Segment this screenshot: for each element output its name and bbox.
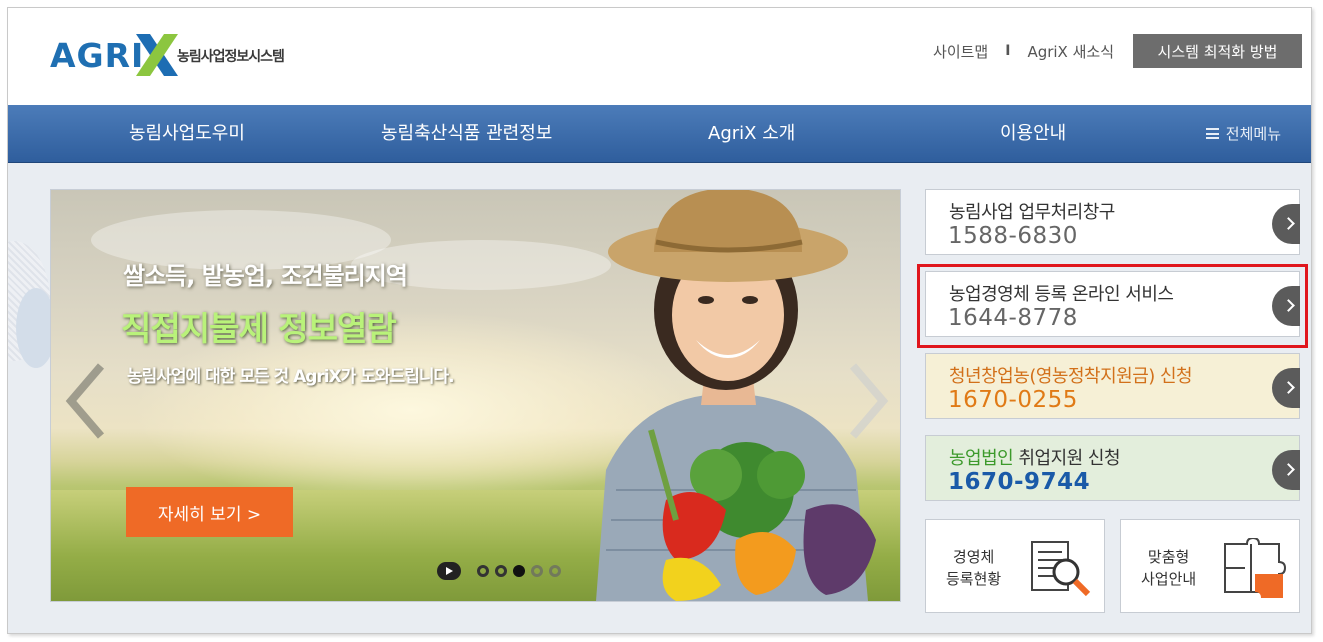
tile-registration-status[interactable]: 경영체 등록현황 [925, 519, 1105, 613]
agrix-logo[interactable]: AGRI 농림사업정보시스템 [50, 32, 310, 82]
banner-headline: 직접지불제 정보열람 [121, 309, 397, 348]
banner-text-line3: 농림사업에 대한 모든 것 AgriX가 도와드립니다. [127, 367, 455, 387]
service-box-title: 청년창업농(영농정착지원금) 신청 [949, 362, 1193, 388]
slider-pagination [437, 562, 567, 580]
slider-play-icon[interactable] [437, 562, 461, 580]
main-banner-slider: 쌀소득, 밭농업, 조건불리지역 직접지불제 정보열람 농림사업에 대한 모든 … [50, 189, 901, 602]
document-search-icon [1031, 541, 1091, 597]
logo-subtitle: 농림사업정보시스템 [177, 49, 285, 65]
chevron-right-icon[interactable] [1272, 450, 1300, 490]
util-separator: I [1005, 43, 1011, 59]
all-menu-label: 전체메뉴 [1225, 125, 1281, 143]
all-menu-button[interactable]: 전체메뉴 [1205, 105, 1281, 162]
slider-dot-active[interactable] [513, 565, 525, 577]
nav-item-related-info[interactable]: 농림축산식품 관련정보 [381, 105, 552, 162]
service-box-farm-corp[interactable]: 농업법인 취업지원 신청 1670-9744 [925, 435, 1300, 501]
page-frame: AGRI 농림사업정보시스템 사이트맵 I AgriX 새소식 시스템 최적화 … [7, 7, 1312, 634]
hamburger-icon [1205, 128, 1219, 139]
service-box-agri-business[interactable]: 농림사업 업무처리창구 1588-6830 [925, 189, 1300, 255]
header: AGRI 농림사업정보시스템 사이트맵 I AgriX 새소식 시스템 최적화 … [8, 8, 1311, 105]
tile-label-line1: 경영체 [952, 548, 995, 566]
agrix-news-link[interactable]: AgriX 새소식 [1027, 41, 1114, 62]
tile-label: 경영체 등록현황 [946, 546, 1001, 590]
slider-prev-arrow-icon[interactable] [63, 362, 107, 440]
service-box-title-rest: (영농정착지원금) 신청 [1029, 366, 1193, 387]
service-box-young-farmer[interactable]: 청년창업농(영농정착지원금) 신청 1670-0255 [925, 353, 1300, 419]
tile-label-line2: 사업안내 [1141, 570, 1197, 588]
banner-text-line1: 쌀소득, 밭농업, 조건불리지역 [123, 262, 408, 290]
nav-item-guide[interactable]: 이용안내 [1000, 105, 1066, 162]
service-box-title: 농림사업 업무처리창구 [949, 202, 1115, 223]
service-box-title-highlight: 청년창업농 [949, 366, 1030, 387]
farmer-photo [596, 190, 876, 601]
tile-label: 맞춤형 사업안내 [1141, 546, 1196, 590]
service-box-title-highlight: 농업법인 [949, 448, 1014, 469]
chevron-right-icon[interactable] [1272, 204, 1300, 244]
chevron-right-icon[interactable] [1272, 368, 1300, 408]
nav-item-about[interactable]: AgriX 소개 [708, 105, 795, 162]
slider-dot[interactable] [495, 565, 507, 577]
logo-brand-text: AGRI [50, 36, 145, 75]
system-optimize-button[interactable]: 시스템 최적화 방법 [1133, 34, 1302, 68]
service-box-title: 농업법인 취업지원 신청 [949, 444, 1121, 470]
service-box-title-rest: 취업지원 신청 [1013, 448, 1121, 469]
main-nav: 농림사업도우미 농림축산식품 관련정보 AgriX 소개 이용안내 전체메뉴 [8, 105, 1311, 163]
tile-custom-program[interactable]: 맞춤형 사업안내 [1120, 519, 1300, 613]
tile-label-line1: 맞춤형 [1147, 548, 1190, 566]
main-content: 쌀소득, 밭농업, 조건불리지역 직접지불제 정보열람 농림사업에 대한 모든 … [8, 163, 1311, 633]
view-details-button[interactable]: 자세히 보기 > [126, 487, 293, 537]
service-box-phone: 1588-6830 [948, 223, 1078, 249]
slider-next-arrow-icon[interactable] [847, 362, 891, 440]
puzzle-icon [1224, 538, 1287, 598]
sitemap-link[interactable]: 사이트맵 [933, 41, 988, 62]
tile-label-line2: 등록현황 [946, 570, 1002, 588]
logo-x-mark-icon [136, 34, 178, 76]
slider-dot[interactable] [531, 565, 543, 577]
highlight-frame [917, 264, 1308, 348]
nav-item-agri-helper[interactable]: 농림사업도우미 [129, 105, 245, 162]
service-box-phone: 1670-0255 [948, 387, 1078, 413]
slider-dot[interactable] [549, 565, 561, 577]
service-box-phone: 1670-9744 [948, 469, 1091, 495]
slider-dot[interactable] [477, 565, 489, 577]
utility-links: 사이트맵 I AgriX 새소식 시스템 최적화 방법 [933, 34, 1311, 68]
